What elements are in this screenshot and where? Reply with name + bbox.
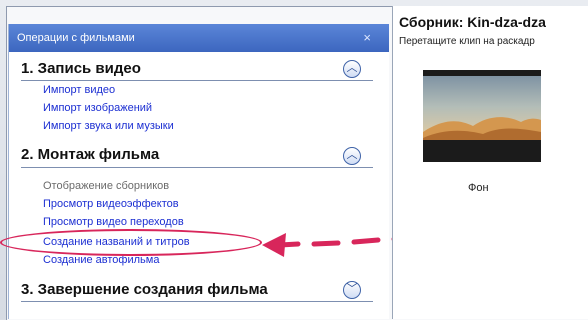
- chevron-down-icon[interactable]: ﹀: [343, 281, 361, 299]
- chevron-up-icon[interactable]: ︿: [343, 60, 361, 78]
- section-divider: [21, 301, 373, 302]
- highlight-ellipse: [0, 229, 262, 256]
- link-show-collections[interactable]: Отображение сборников: [43, 180, 169, 192]
- link-import-video[interactable]: Импорт видео: [43, 84, 115, 96]
- clip-label: Фон: [468, 182, 489, 194]
- thumbnail-dunes: [423, 117, 541, 140]
- clip-thumbnail[interactable]: [423, 70, 541, 162]
- close-icon[interactable]: ×: [363, 24, 371, 52]
- movie-tasks-pane: Операции с фильмами × 1. Запись видео ︿ …: [8, 24, 389, 319]
- section-divider: [21, 167, 373, 168]
- movie-tasks-title: Операции с фильмами: [17, 32, 135, 44]
- section-edit-movie[interactable]: 2. Монтаж фильма: [21, 146, 159, 163]
- movie-tasks-header: Операции с фильмами ×: [9, 24, 389, 52]
- link-import-audio[interactable]: Импорт звука или музыки: [43, 120, 174, 132]
- chevron-up-icon[interactable]: ︿: [343, 147, 361, 165]
- link-import-pictures[interactable]: Импорт изображений: [43, 102, 152, 114]
- collection-hint: Перетащите клип на раскадр: [399, 36, 535, 47]
- section-divider: [21, 80, 373, 81]
- collection-title: Сборник: Kin-dza-dza: [399, 14, 546, 30]
- collection-panel: Сборник: Kin-dza-dza Перетащите клип на …: [392, 6, 588, 319]
- section-capture-video[interactable]: 1. Запись видео: [21, 60, 141, 77]
- section-finish-movie[interactable]: 3. Завершение создания фильма: [21, 281, 268, 298]
- link-view-video-transitions[interactable]: Просмотр видео переходов: [43, 216, 184, 228]
- link-view-video-effects[interactable]: Просмотр видеоэффектов: [43, 198, 179, 210]
